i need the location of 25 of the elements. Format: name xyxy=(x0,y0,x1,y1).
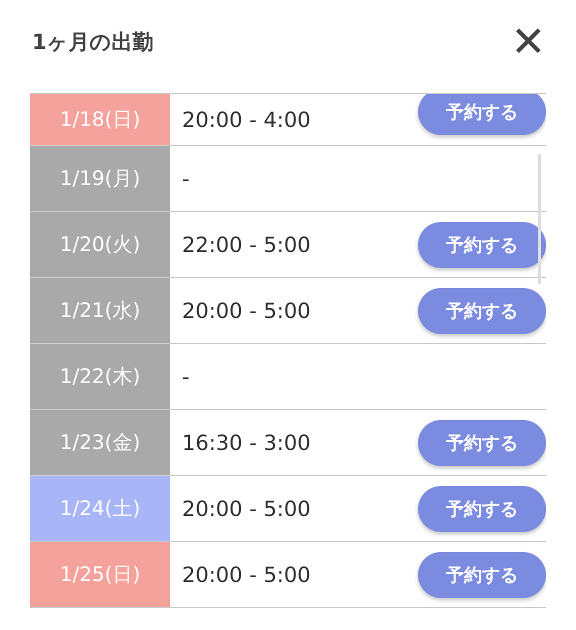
shift-time: 20:00 - 5:00 xyxy=(182,298,311,322)
reserve-button[interactable]: 予約する xyxy=(418,288,546,334)
shift-time: 20:00 - 5:00 xyxy=(182,496,311,520)
modal-title: 1ヶ月の出勤 xyxy=(32,28,154,56)
shift-time: - xyxy=(182,364,190,388)
date-cell: 1/24(土) xyxy=(30,476,170,541)
date-cell: 1/23(金) xyxy=(30,410,170,475)
date-cell: 1/22(木) xyxy=(30,344,170,409)
shift-time: 20:00 - 4:00 xyxy=(182,108,311,132)
scrollbar[interactable] xyxy=(538,154,541,284)
date-cell: 1/21(水) xyxy=(30,278,170,343)
reserve-button[interactable]: 予約する xyxy=(418,486,546,532)
close-button[interactable]: ✕ xyxy=(510,20,546,62)
shift-time: 20:00 - 5:00 xyxy=(182,562,311,586)
date-cell: 1/20(火) xyxy=(30,212,170,277)
date-cell: 1/18(日) xyxy=(30,94,170,145)
reserve-button[interactable]: 予約する xyxy=(418,552,546,598)
reserve-button[interactable]: 予約する xyxy=(418,222,546,268)
shift-time: - xyxy=(182,166,190,190)
date-cell: 1/25(日) xyxy=(30,542,170,607)
date-cell: 1/19(月) xyxy=(30,146,170,211)
reserve-button[interactable]: 予約する xyxy=(418,94,546,134)
reserve-button[interactable]: 予約する xyxy=(418,420,546,466)
shift-time: 16:30 - 3:00 xyxy=(182,430,311,454)
shift-time: 22:00 - 5:00 xyxy=(182,232,311,256)
